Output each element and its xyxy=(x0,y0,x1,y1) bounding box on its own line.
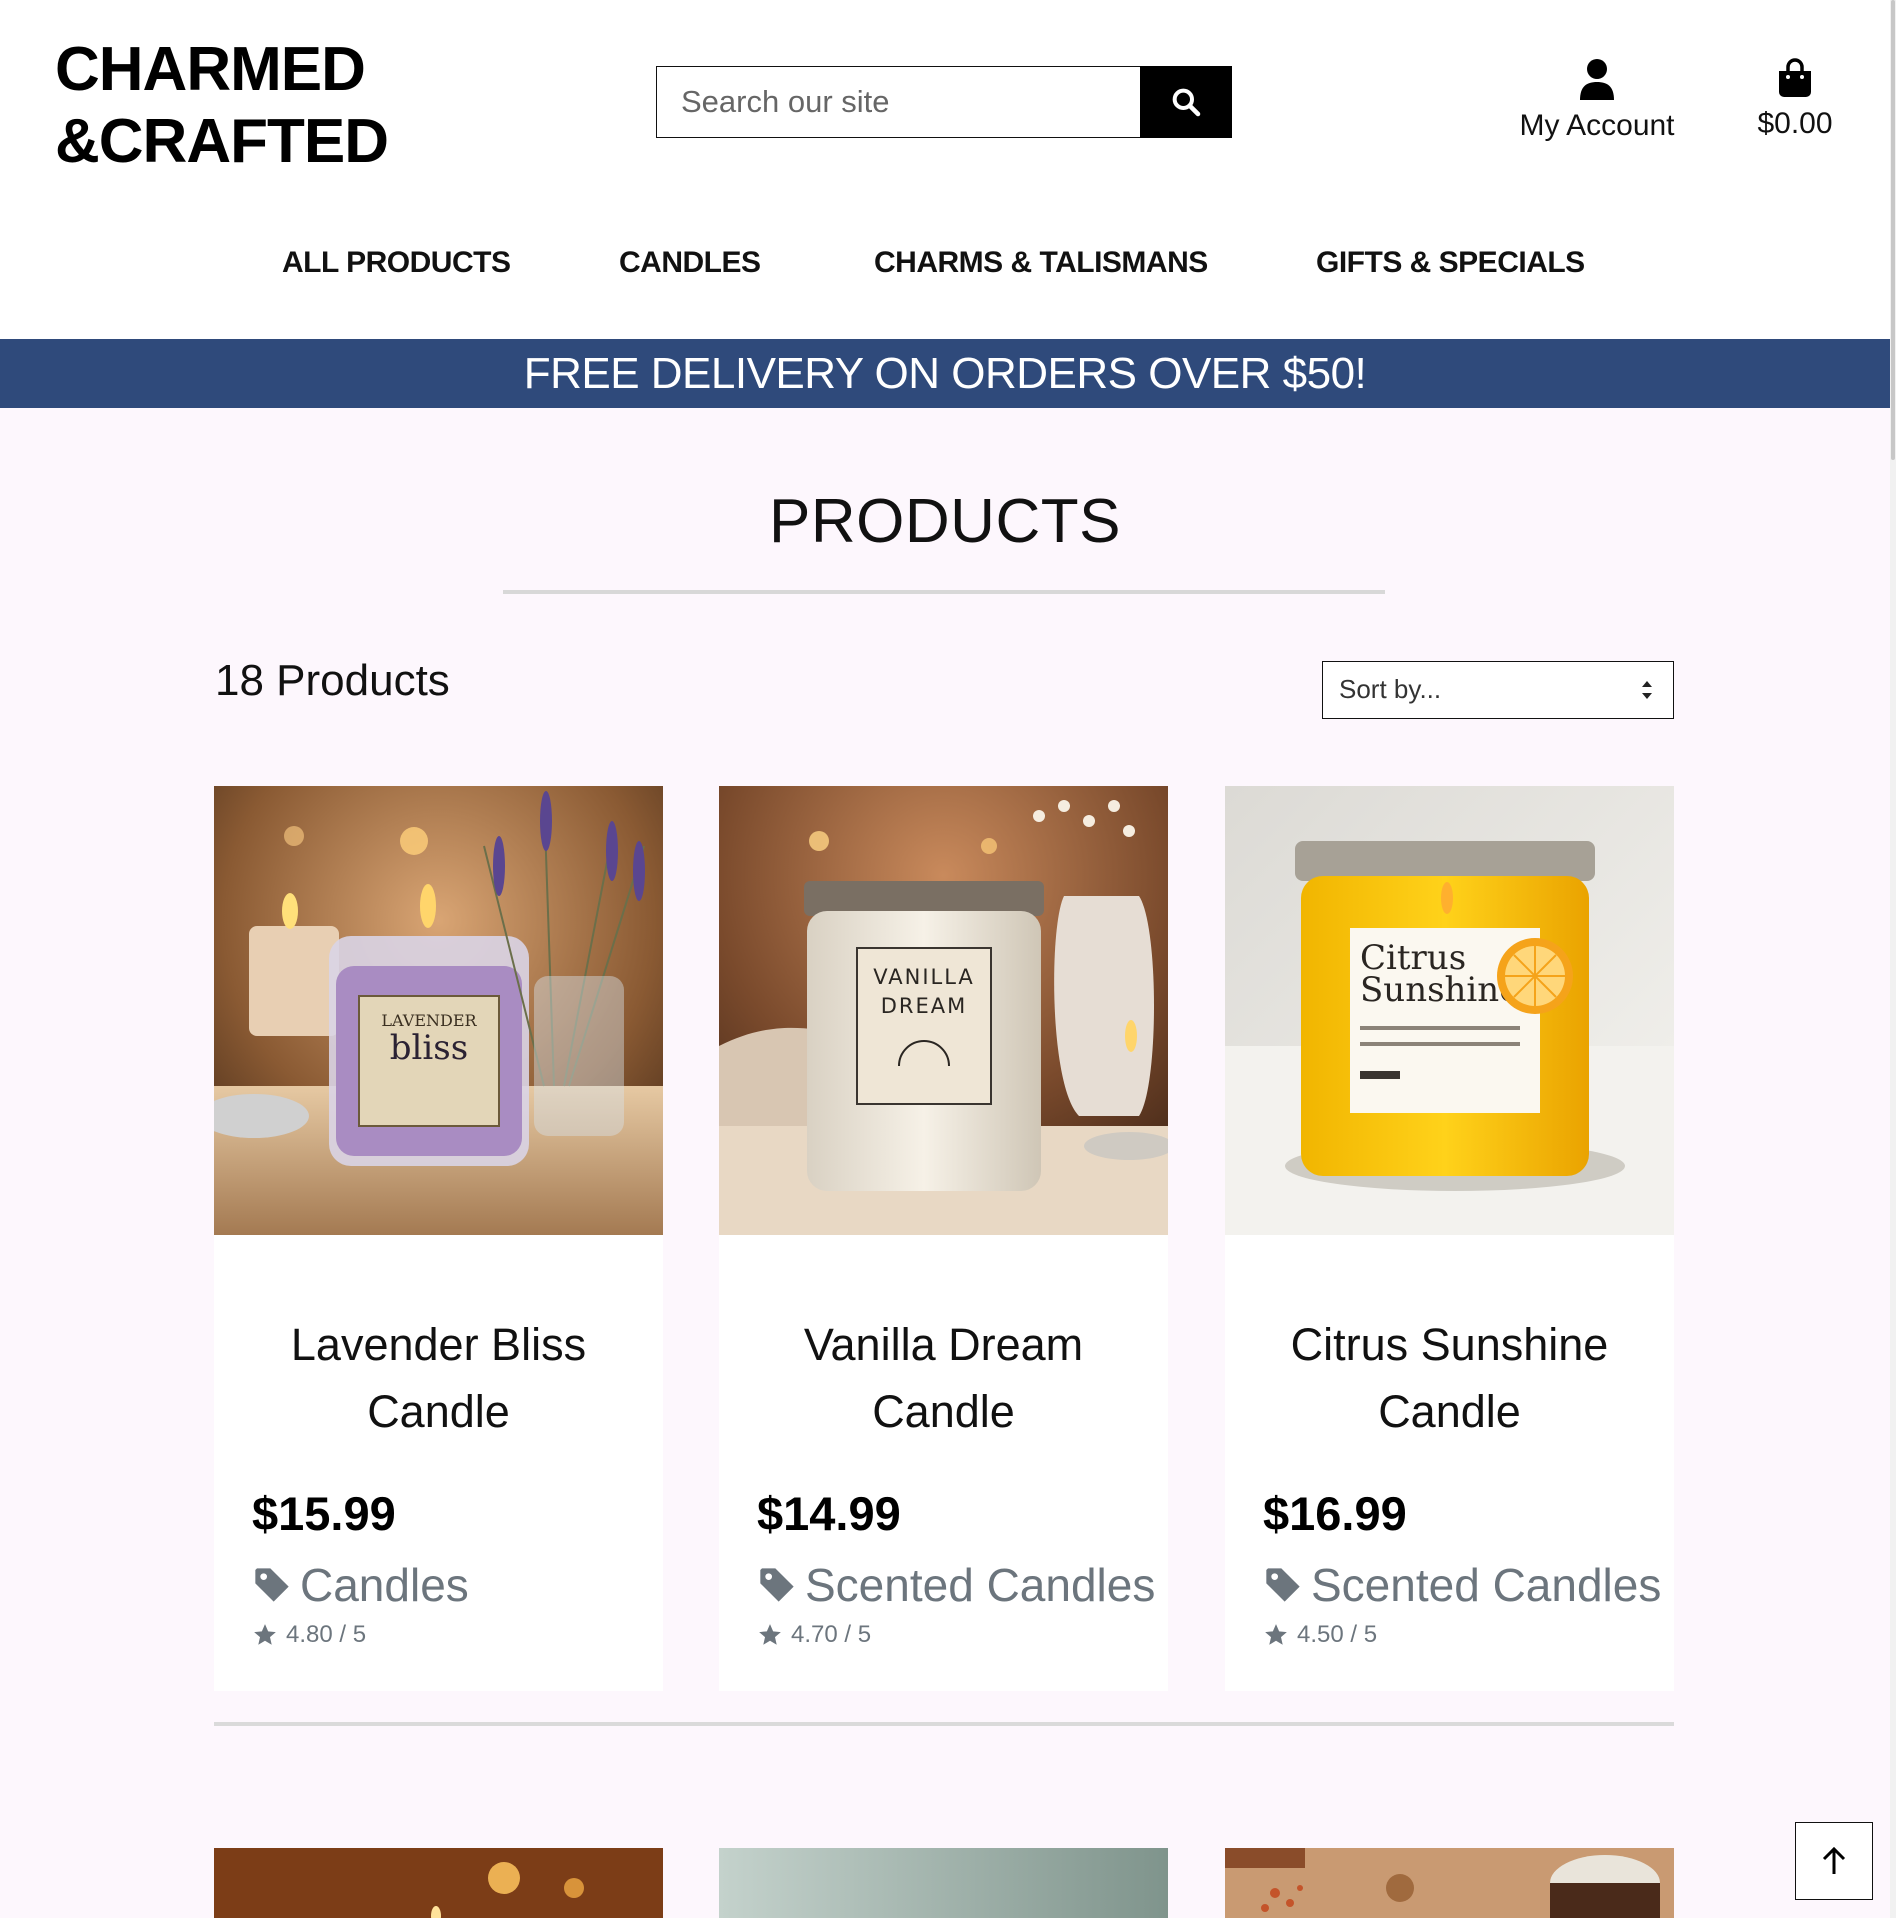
vanilla-label-line2: DREAM xyxy=(881,994,968,1018)
product-image-partial[interactable] xyxy=(719,1848,1168,1918)
main-nav: ALL PRODUCTS CANDLES CHARMS & TALISMANS … xyxy=(0,246,1890,286)
vanilla-label-line1: VANILLA xyxy=(873,965,975,989)
product-rating: 4.70 / 5 xyxy=(757,1621,871,1649)
tag-icon xyxy=(255,1568,289,1602)
product-name[interactable]: Citrus Sunshine Candle xyxy=(1245,1311,1654,1445)
product-image-vanilla[interactable]: VANILLA DREAM xyxy=(719,786,1168,1235)
citrus-label-line2: Sunshine xyxy=(1360,970,1519,1010)
nav-candles[interactable]: CANDLES xyxy=(619,246,761,280)
product-image-lavender[interactable]: LAVENDER bliss xyxy=(214,786,663,1235)
product-rating-value: 4.80 / 5 xyxy=(286,1621,367,1648)
product-category-label: Scented Candles xyxy=(1311,1559,1662,1611)
search-input[interactable] xyxy=(656,66,1140,138)
nav-all-products[interactable]: ALL PRODUCTS xyxy=(282,246,511,280)
product-image-citrus[interactable]: Citrus Sunshine xyxy=(1225,786,1674,1235)
product-card[interactable]: LAVENDER bliss Lavender Bliss Candle $15… xyxy=(214,786,663,1691)
product-rating-value: 4.70 / 5 xyxy=(791,1621,872,1648)
tag-icon xyxy=(1266,1568,1300,1602)
search-button[interactable] xyxy=(1140,66,1232,138)
shopping-bag-icon xyxy=(1779,58,1811,97)
star-icon xyxy=(1265,1624,1287,1645)
product-name[interactable]: Lavender Bliss Candle xyxy=(234,1311,643,1445)
my-account-label: My Account xyxy=(1519,109,1675,142)
logo-line-2: &CRAFTED xyxy=(55,107,389,176)
scrollbar-thumb[interactable] xyxy=(1891,0,1895,460)
search-icon xyxy=(1172,88,1201,117)
title-divider xyxy=(503,590,1385,594)
product-rating: 4.50 / 5 xyxy=(1263,1621,1377,1649)
logo-line-1: CHARMED xyxy=(55,35,366,104)
product-card[interactable]: Citrus Sunshine Citrus Sunshine Candle $… xyxy=(1225,786,1674,1691)
search-form xyxy=(656,66,1232,138)
site-logo[interactable]: CHARMED &CRAFTED xyxy=(55,34,389,178)
sort-selected-value: Sort by... xyxy=(1339,674,1442,704)
product-card[interactable]: VANILLA DREAM Vanilla Dream Candle $14.9… xyxy=(719,786,1168,1691)
product-category[interactable]: Scented Candles xyxy=(1263,1558,1661,1612)
arrow-up-icon xyxy=(1822,1846,1846,1874)
product-image-partial[interactable] xyxy=(214,1848,663,1918)
nav-charms-talismans[interactable]: CHARMS & TALISMANS xyxy=(874,246,1208,280)
star-icon xyxy=(759,1624,781,1645)
page-title: PRODUCTS xyxy=(769,487,1121,556)
product-category-label: Scented Candles xyxy=(805,1559,1156,1611)
product-image-partial[interactable] xyxy=(1225,1848,1674,1918)
bag-total: $0.00 xyxy=(1757,107,1833,140)
my-account-link[interactable]: My Account xyxy=(1500,58,1694,143)
product-count: 18 Products xyxy=(215,656,450,705)
nav-gifts-specials[interactable]: GIFTS & SPECIALS xyxy=(1316,246,1585,280)
product-category[interactable]: Candles xyxy=(252,1558,469,1612)
product-rating: 4.80 / 5 xyxy=(252,1621,366,1649)
product-category[interactable]: Scented Candles xyxy=(757,1558,1155,1612)
star-icon xyxy=(254,1624,276,1645)
product-price: $16.99 xyxy=(1263,1487,1407,1540)
back-to-top-button[interactable] xyxy=(1795,1822,1873,1900)
sort-select[interactable]: Sort by... xyxy=(1322,661,1674,719)
tag-icon xyxy=(760,1568,794,1602)
product-category-label: Candles xyxy=(300,1559,469,1611)
product-name[interactable]: Vanilla Dream Candle xyxy=(739,1311,1148,1445)
row-divider xyxy=(214,1722,1674,1726)
site-header: CHARMED &CRAFTED My Account $0.00 ALL PR… xyxy=(0,0,1890,339)
user-icon xyxy=(1580,59,1614,100)
lavender-label-line2: bliss xyxy=(390,1028,468,1068)
bag-link[interactable]: $0.00 xyxy=(1740,58,1850,141)
select-arrows-icon xyxy=(1642,681,1652,699)
product-rating-value: 4.50 / 5 xyxy=(1297,1621,1378,1648)
delivery-banner: FREE DELIVERY ON ORDERS OVER $50! xyxy=(0,339,1890,408)
product-price: $15.99 xyxy=(252,1487,396,1540)
product-price: $14.99 xyxy=(757,1487,901,1540)
